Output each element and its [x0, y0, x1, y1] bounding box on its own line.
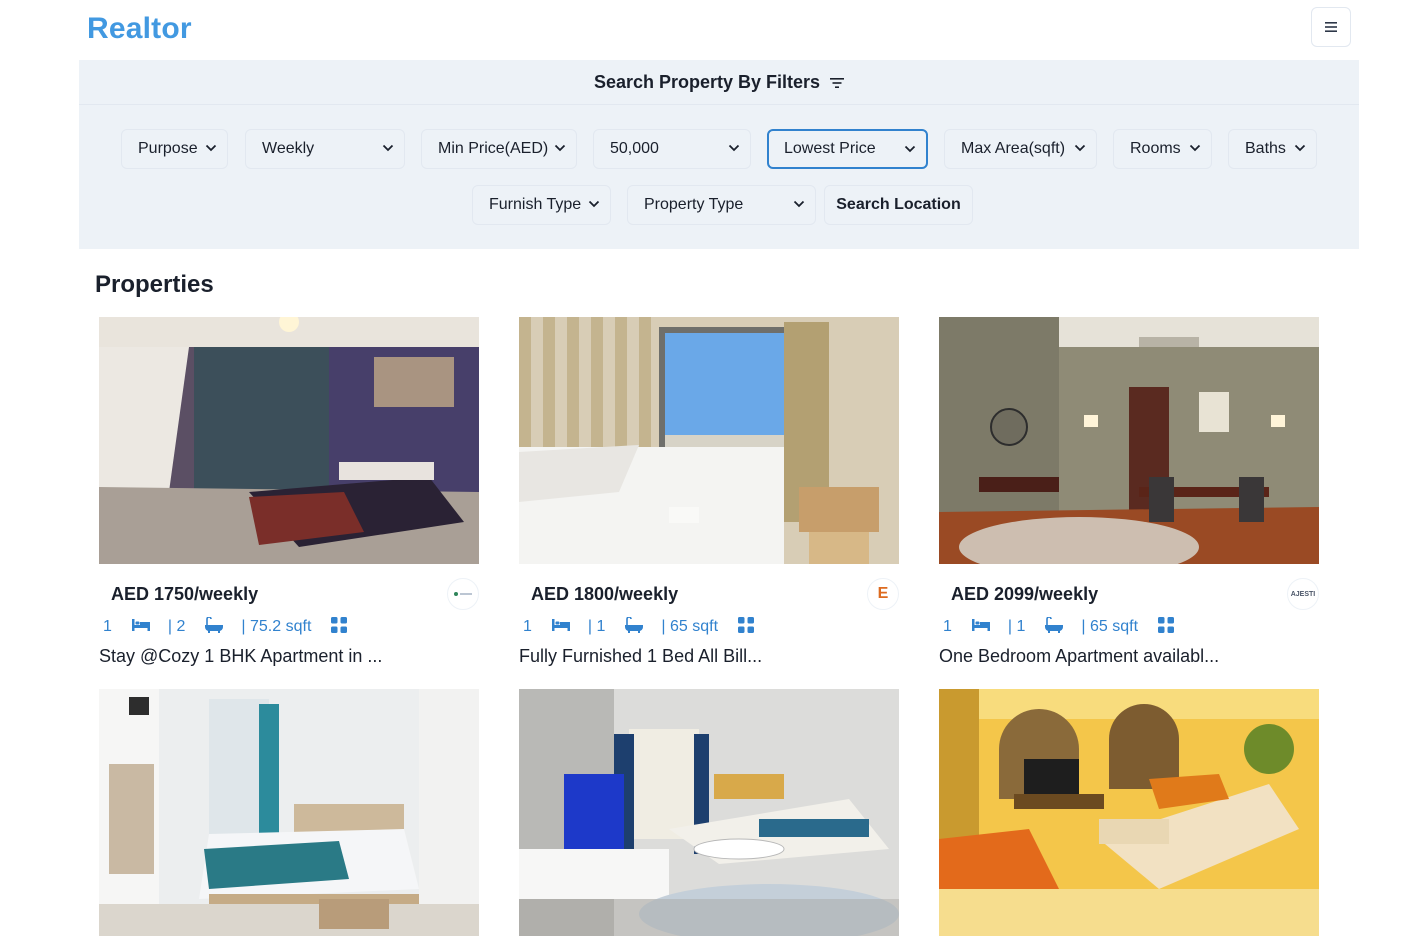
area-value: | 65 sqft — [661, 618, 719, 635]
property-meta: 1 | 1 | 65 sqft — [519, 615, 772, 638]
purpose-select[interactable]: Purpose — [121, 129, 228, 169]
chevron-down-icon — [205, 144, 217, 152]
bathtub-icon — [625, 615, 644, 638]
area-value: | 65 sqft — [1081, 618, 1139, 635]
property-meta: 1 | 2 | 75.2 sqft — [99, 615, 365, 638]
rooms-select[interactable]: Rooms — [1113, 129, 1212, 169]
property-type-select[interactable]: Property Type — [627, 185, 816, 225]
purpose-select-value: Purpose — [138, 140, 198, 157]
agency-logo-text: AJESTI — [1290, 590, 1316, 598]
rooms-select-value: Rooms — [1130, 140, 1181, 157]
furnish-type-select-value: Furnish Type — [489, 196, 582, 213]
property-title[interactable]: One Bedroom Apartment availabl... — [939, 646, 1219, 667]
bathtub-icon — [1045, 615, 1064, 638]
properties-heading: Properties — [95, 271, 214, 298]
sort-select[interactable]: Lowest Price — [767, 129, 928, 169]
agency-logo[interactable] — [447, 578, 479, 610]
chevron-down-icon — [904, 145, 916, 153]
max-area-select-value: Max Area(sqft) — [961, 140, 1066, 157]
rooms-count: 1 — [103, 618, 112, 635]
property-photo[interactable] — [939, 317, 1319, 564]
chevron-down-icon — [728, 144, 740, 152]
property-type-select-value: Property Type — [644, 196, 744, 213]
property-title[interactable]: Fully Furnished 1 Bed All Bill... — [519, 646, 762, 667]
min-price-select[interactable]: Min Price(AED) — [421, 129, 577, 169]
search-location-button[interactable]: Search Location — [824, 185, 973, 225]
chevron-down-icon — [588, 200, 600, 208]
max-area-select[interactable]: Max Area(sqft) — [944, 129, 1097, 169]
property-photo[interactable] — [99, 689, 479, 936]
baths-count: | 1 — [1007, 618, 1026, 635]
chevron-down-icon — [554, 144, 566, 152]
menu-button[interactable] — [1311, 7, 1351, 47]
bed-icon — [131, 618, 150, 636]
navbar: Realtor — [0, 0, 1407, 60]
property-card[interactable] — [939, 689, 1319, 936]
chevron-down-icon — [382, 144, 394, 152]
baths-count: | 1 — [587, 618, 606, 635]
rent-frequency-select-value: Weekly — [262, 140, 315, 157]
chevron-down-icon — [793, 200, 805, 208]
grid-icon — [1158, 616, 1175, 638]
filter-panel-header[interactable]: Search Property By Filters — [79, 60, 1359, 105]
chevron-down-icon — [1189, 144, 1201, 152]
filter-lines-icon — [830, 72, 845, 93]
filter-title: Search Property By Filters — [593, 71, 821, 92]
property-photo[interactable] — [939, 689, 1319, 936]
property-price: AED 1750/weekly — [111, 584, 259, 604]
chevron-down-icon — [1294, 144, 1306, 152]
property-card[interactable] — [519, 689, 899, 936]
property-photo[interactable] — [519, 689, 899, 936]
property-price: AED 1800/weekly — [531, 584, 679, 604]
baths-select-value: Baths — [1245, 140, 1286, 157]
logo[interactable]: Realtor — [87, 12, 192, 46]
property-price: AED 2099/weekly — [951, 584, 1099, 604]
property-photo[interactable] — [519, 317, 899, 564]
hamburger-icon — [1324, 21, 1338, 33]
bed-icon — [551, 618, 570, 636]
property-card[interactable]: AED 1800/weekly E 1 | 1 | 65 sqft Fully … — [519, 317, 899, 666]
grid-icon — [331, 616, 348, 638]
bathtub-icon — [205, 615, 224, 638]
furnish-type-select[interactable]: Furnish Type — [472, 185, 611, 225]
chevron-down-icon — [1074, 144, 1086, 152]
property-card[interactable] — [99, 689, 479, 936]
property-card[interactable]: AED 1750/weekly 1 | 2 | 75.2 sqft Stay @… — [99, 317, 479, 666]
property-title[interactable]: Stay @Cozy 1 BHK Apartment in ... — [99, 646, 382, 667]
area-value: | 75.2 sqft — [241, 618, 312, 635]
max-price-select-value: 50,000 — [610, 140, 659, 157]
grid-icon — [738, 616, 755, 638]
bed-icon — [971, 618, 990, 636]
min-price-select-value: Min Price(AED) — [438, 140, 549, 157]
agency-logo-text: E — [877, 585, 889, 602]
rent-frequency-select[interactable]: Weekly — [245, 129, 405, 169]
property-meta: 1 | 1 | 65 sqft — [939, 615, 1192, 638]
max-price-select[interactable]: 50,000 — [593, 129, 751, 169]
property-card[interactable]: AED 2099/weekly AJESTI 1 | 1 | 65 sqft O… — [939, 317, 1319, 666]
rooms-count: 1 — [943, 618, 952, 635]
sort-select-value: Lowest Price — [784, 140, 876, 157]
agency-logo[interactable]: E — [867, 578, 899, 610]
property-photo[interactable] — [99, 317, 479, 564]
agency-logo[interactable]: AJESTI — [1287, 578, 1319, 610]
baths-count: | 2 — [167, 618, 186, 635]
baths-select[interactable]: Baths — [1228, 129, 1317, 169]
rooms-count: 1 — [523, 618, 532, 635]
filter-panel: Search Property By Filters Purpose Weekl… — [79, 60, 1359, 249]
